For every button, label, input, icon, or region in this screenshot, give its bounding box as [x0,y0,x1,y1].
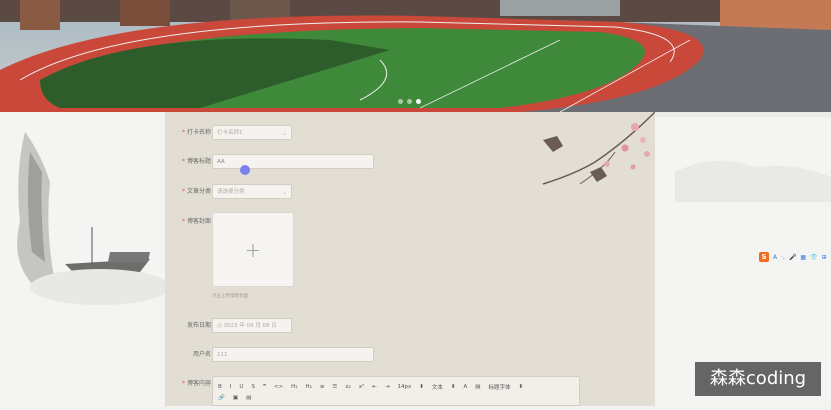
label-punch-name: * 打卡名称 [181,129,211,136]
skin-icon[interactable]: 👕 [810,254,817,261]
ime-mode-icon[interactable]: A [773,254,777,261]
toolbar-button-1[interactable]: I [230,384,232,390]
toolbar-button-2[interactable]: U [239,384,243,390]
ink-painting-left [0,112,170,406]
toolbar-button-18[interactable]: A [464,384,468,390]
punch-name-select[interactable]: 打卡名称1 ⌄ [212,125,292,140]
label-category: * 文章分类 [181,188,211,195]
sogou-logo-icon[interactable]: S [759,252,769,262]
toolbar-button-7[interactable]: H₂ [305,384,311,390]
toolbar-row-1: B I U S ❞ <> H₁ H₂ ≡ ☰ x₂ x² ⇤ ⇥ 14px ⬍ 文本 ⬍ A ▤ 标题字体 ⬍ [218,383,523,391]
punctuation-icon[interactable]: ·, [781,254,785,261]
toolbar-button-row2-1[interactable]: ▣ [233,395,238,401]
toolbar-button-9[interactable]: ☰ [332,384,337,390]
username-input[interactable]: 111 [212,347,374,362]
toolbar-button-row2-2[interactable]: ▤ [246,395,251,401]
publish-date-picker[interactable]: ◷ 2023 年 04 月 08 日 [212,318,292,333]
watermark: 森森coding [695,362,821,396]
category-select[interactable]: 请选择分类 ⌄ [212,184,292,199]
chevron-down-icon: ⌄ [281,189,287,196]
carousel-dot-active[interactable] [416,99,421,104]
cover-upload-box[interactable]: + [212,212,294,287]
toolbar-button-6[interactable]: H₁ [291,384,297,390]
toolbar-button-10[interactable]: x₂ [345,384,350,390]
toolbar-button-8[interactable]: ≡ [320,384,325,390]
label-publish-date: 发布日期 [186,322,211,329]
stadium-image [0,0,831,112]
toolbar-button-21[interactable]: ⬍ [518,384,523,390]
label-username: 用户名 [192,351,211,358]
toolbar-button-0[interactable]: B [218,384,222,390]
keyboard-icon[interactable]: ▦ [800,254,806,261]
label-blog-content: * 博客内容 [181,380,211,387]
toolbar-button-12[interactable]: ⇤ [372,384,377,390]
toolbar-button-4[interactable]: ❞ [263,384,266,390]
toolbar-button-20[interactable]: 标题字体 [488,383,510,391]
carousel-indicators[interactable] [398,99,421,104]
plum-blossom-decoration [542,112,655,185]
plus-icon: + [244,237,262,262]
label-cover: * 博客封面 [181,218,211,225]
upload-hint: 点击上传博客封面 [212,294,248,299]
label-blog-title: * 博客标题 [181,158,211,165]
toolbar-button-16[interactable]: 文本 [432,383,443,391]
mouse-cursor [240,165,250,175]
toolbox-icon[interactable]: ⊞ [822,254,827,261]
toolbar-row-2: 🔗 ▣ ▤ [218,395,251,401]
carousel-dot[interactable] [398,99,403,104]
chevron-down-icon: ⌄ [281,130,287,137]
carousel-dot[interactable] [407,99,412,104]
toolbar-button-5[interactable]: <> [274,384,283,390]
rich-text-editor-toolbar: B I U S ❞ <> H₁ H₂ ≡ ☰ x₂ x² ⇤ ⇥ 14px ⬍ 文本 ⬍ A ▤ 标题字体 ⬍ 🔗 ▣ ▤ [212,376,580,406]
toolbar-button-15[interactable]: ⬍ [419,384,424,390]
ime-toolbar[interactable]: S A ·, 🎤 ▦ 👕 ⊞ [759,252,827,262]
toolbar-button-19[interactable]: ▤ [475,384,480,390]
toolbar-button-17[interactable]: ⬍ [451,384,456,390]
carousel-banner[interactable] [0,0,831,112]
toolbar-button-row2-0[interactable]: 🔗 [218,395,225,401]
toolbar-button-11[interactable]: x² [359,384,364,390]
microphone-icon[interactable]: 🎤 [789,254,796,261]
toolbar-button-3[interactable]: S [251,384,255,390]
blog-form: * 打卡名称 打卡名称1 ⌄ * 博客标题 AA * 文章分类 请选择分类 ⌄ * 博客封面… [165,112,655,406]
blog-title-input[interactable]: AA [212,154,374,169]
toolbar-button-14[interactable]: 14px [398,384,412,390]
toolbar-button-13[interactable]: ⇥ [385,384,390,390]
